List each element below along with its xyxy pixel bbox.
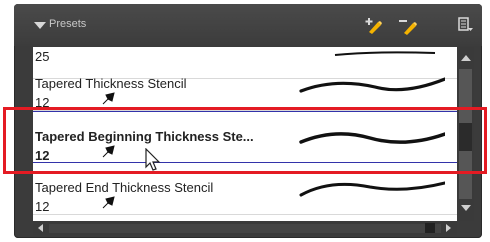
brush-stroke-preview: [299, 132, 445, 144]
scroll-down-icon[interactable]: [461, 205, 471, 211]
scroll-up-icon[interactable]: [461, 55, 471, 61]
preset-size: 12: [35, 95, 50, 110]
vertical-scrollbar[interactable]: [457, 47, 474, 221]
list-item[interactable]: Tapered End Thickness Stencil 12: [33, 163, 457, 215]
preset-name: Tapered End Thickness Stencil: [35, 180, 214, 195]
scroll-thumb[interactable]: [425, 223, 435, 233]
brush-stroke-preview: [299, 181, 445, 197]
presets-panel: Presets 25 Tapered Thickness Stencil 12 …: [14, 4, 482, 238]
edit-preset-button[interactable]: [398, 16, 418, 41]
pin-icon[interactable]: [101, 145, 117, 159]
new-preset-button[interactable]: [364, 16, 384, 41]
pin-icon[interactable]: [101, 196, 117, 210]
preset-list[interactable]: 25 Tapered Thickness Stencil 12 Tapered …: [33, 47, 457, 221]
preset-name: Tapered Beginning Thickness Ste...: [35, 129, 254, 144]
edit-preset-icon: [399, 20, 417, 35]
preset-name: Tapered Thickness Stencil: [35, 76, 187, 91]
pin-icon[interactable]: [101, 92, 117, 106]
scroll-thumb[interactable]: [459, 123, 472, 151]
preset-size: 12: [35, 199, 50, 214]
mouse-cursor-icon: [145, 148, 161, 171]
panel-title: Presets: [49, 18, 87, 30]
list-item-selected[interactable]: Tapered Beginning Thickness Ste... 12: [33, 111, 457, 163]
panel-header: Presets: [14, 4, 482, 46]
brush-stroke-preview: [299, 77, 445, 93]
panel-menu-button[interactable]: [458, 16, 474, 39]
menu-icon: [458, 17, 473, 31]
scroll-left-icon[interactable]: [38, 224, 43, 232]
preset-size: 12: [35, 148, 50, 163]
new-preset-icon: [365, 18, 382, 34]
scroll-right-icon[interactable]: [446, 224, 451, 232]
list-item[interactable]: Tapered Thickness Stencil 12: [33, 59, 457, 111]
collapse-arrow-icon[interactable]: [34, 22, 46, 29]
horizontal-scrollbar[interactable]: [33, 221, 457, 235]
scroll-track[interactable]: [49, 224, 441, 233]
